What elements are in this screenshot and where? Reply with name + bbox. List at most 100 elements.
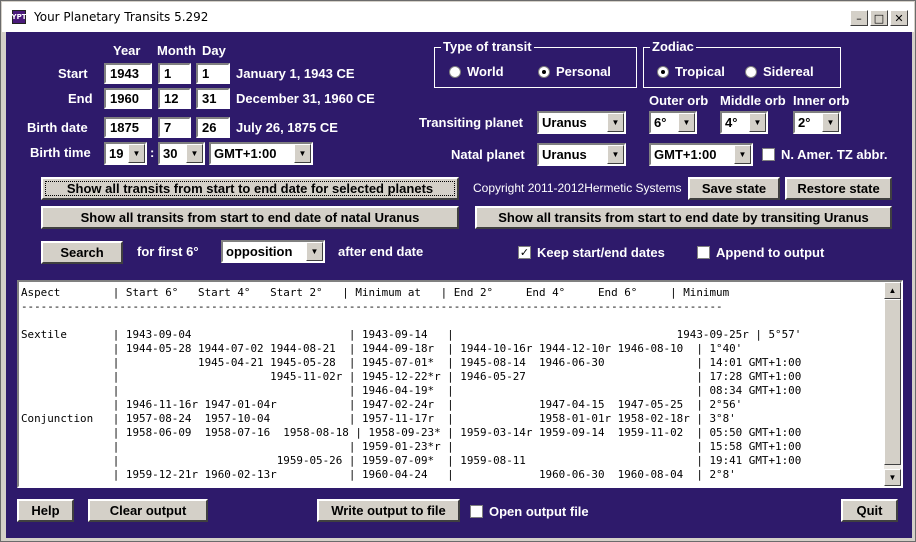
birth-timezone-select[interactable]: GMT+1:00 ▼ <box>209 142 313 165</box>
natal-planet-value: Uranus <box>542 147 587 162</box>
output-line: | 1958-06-09 1958-07-16 1958-08-18 | 195… <box>21 426 802 439</box>
radio-personal-label: Personal <box>556 64 611 79</box>
radio-icon <box>449 65 461 78</box>
start-label: Start <box>58 66 88 81</box>
radio-selected-icon <box>657 65 669 78</box>
end-label: End <box>68 91 93 106</box>
output-line: | | 1959-01-23*r | | 15:58 GMT+1:00 <box>21 440 802 453</box>
radio-world-label: World <box>467 64 504 79</box>
show-natal-transits-button[interactable]: Show all transits from start to end date… <box>41 206 459 229</box>
radio-personal[interactable]: Personal <box>538 64 611 79</box>
middle-orb-value: 4° <box>725 115 738 130</box>
window-title: Your Planetary Transits 5.292 <box>34 10 209 24</box>
end-month-field[interactable]: 12 <box>158 88 191 109</box>
clear-output-button[interactable]: Clear output <box>88 499 208 522</box>
chevron-down-icon[interactable]: ▼ <box>306 242 323 261</box>
outer-orb-value: 6° <box>654 115 667 130</box>
middle-orb-label: Middle orb <box>720 93 786 108</box>
chevron-down-icon[interactable]: ▼ <box>607 145 624 164</box>
radio-sidereal[interactable]: Sidereal <box>745 64 814 79</box>
radio-tropical[interactable]: Tropical <box>657 64 725 79</box>
checkmark-icon: ✓ <box>518 246 531 259</box>
month-header: Month <box>157 43 196 58</box>
scroll-up-icon[interactable]: ▲ <box>884 282 901 299</box>
outer-orb-label: Outer orb <box>649 93 709 108</box>
search-button[interactable]: Search <box>41 241 123 264</box>
output-line: | 1945-11-02r | 1945-12-22*r | 1946-05-2… <box>21 370 802 383</box>
outer-orb-select[interactable]: 6° ▼ <box>649 111 697 134</box>
birth-time-label: Birth time <box>30 145 91 160</box>
output-text: Aspect | Start 6° Start 4° Start 2° | Mi… <box>21 286 801 482</box>
birth-day-field[interactable]: 26 <box>196 117 230 138</box>
after-end-date-text: after end date <box>338 244 424 259</box>
open-output-checkbox[interactable]: Open output file <box>470 504 589 519</box>
show-transiting-transits-button[interactable]: Show all transits from start to end date… <box>475 206 892 229</box>
scroll-down-icon[interactable]: ▼ <box>884 469 901 486</box>
output-line: Sextile | 1943-09-04 | 1943-09-14 | 1943… <box>21 328 802 341</box>
restore-state-button[interactable]: Restore state <box>785 177 892 200</box>
output-line: Conjunction | 1957-08-24 1957-10-04 | 19… <box>21 412 736 425</box>
birth-minute-value: 30 <box>163 146 178 161</box>
transit-type-title: Type of transit <box>441 39 534 54</box>
birth-date-label: Birth date <box>27 120 88 135</box>
chevron-down-icon[interactable]: ▼ <box>749 113 766 132</box>
start-month-field[interactable]: 1 <box>158 63 191 84</box>
radio-world[interactable]: World <box>449 64 504 79</box>
chevron-down-icon[interactable]: ▼ <box>678 113 695 132</box>
output-header: Aspect | Start 6° Start 4° Start 2° | Mi… <box>21 286 730 299</box>
scroll-thumb[interactable] <box>884 299 901 465</box>
vertical-scrollbar[interactable]: ▲ ▼ <box>884 282 901 486</box>
birth-month-field[interactable]: 7 <box>158 117 191 138</box>
transiting-planet-select[interactable]: Uranus ▼ <box>537 111 626 134</box>
chevron-down-icon[interactable]: ▼ <box>128 144 145 163</box>
quit-button[interactable]: Quit <box>841 499 898 522</box>
maximize-icon[interactable]: □ <box>870 10 888 26</box>
chevron-down-icon[interactable]: ▼ <box>294 144 311 163</box>
output-line: | 1946-11-16r 1947-01-04r | 1947-02-24r … <box>21 398 743 411</box>
birth-hour-select[interactable]: 19 ▼ <box>104 142 147 165</box>
chevron-down-icon[interactable]: ▼ <box>607 113 624 132</box>
start-date-text: January 1, 1943 CE <box>236 66 355 81</box>
chevron-down-icon[interactable]: ▼ <box>186 144 203 163</box>
copyright-text: Copyright 2011-2012Hermetic Systems <box>473 181 682 195</box>
help-button[interactable]: Help <box>17 499 74 522</box>
close-icon[interactable]: ✕ <box>890 10 908 26</box>
show-selected-transits-button[interactable]: Show all transits from start to end date… <box>41 177 459 200</box>
radio-icon <box>745 65 757 78</box>
inner-orb-value: 2° <box>798 115 811 130</box>
output-line: | 1959-05-26 | 1959-07-09* | 1959-08-11 … <box>21 454 802 467</box>
output-line: | 1959-12-21r 1960-02-13r | 1960-04-24 |… <box>21 468 736 481</box>
search-orb-text: for first 6° <box>137 244 199 259</box>
output-textarea[interactable]: Aspect | Start 6° Start 4° Start 2° | Mi… <box>17 280 903 488</box>
chevron-down-icon[interactable]: ▼ <box>734 145 751 164</box>
save-state-button[interactable]: Save state <box>688 177 780 200</box>
natal-planet-select[interactable]: Uranus ▼ <box>537 143 626 166</box>
middle-orb-select[interactable]: 4° ▼ <box>720 111 768 134</box>
inner-orb-label: Inner orb <box>793 93 850 108</box>
append-output-checkbox[interactable]: Append to output <box>697 245 824 260</box>
output-divider: ----------------------------------------… <box>21 300 723 313</box>
write-output-button[interactable]: Write output to file <box>317 499 460 522</box>
output-line: | 1944-05-28 1944-07-02 1944-08-21 | 194… <box>21 342 743 355</box>
checkbox-icon <box>762 148 775 161</box>
tz-abbr-checkbox[interactable]: N. Amer. TZ abbr. <box>762 147 887 162</box>
transiting-planet-label: Transiting planet <box>419 115 524 130</box>
birth-timezone-value: GMT+1:00 <box>214 146 277 161</box>
birth-minute-select[interactable]: 30 ▼ <box>158 142 205 165</box>
title-bar[interactable]: YPT Your Planetary Transits 5.292 – □ ✕ <box>2 2 914 32</box>
zodiac-title: Zodiac <box>650 39 696 54</box>
minimize-icon[interactable]: – <box>850 10 868 26</box>
start-year-field[interactable]: 1943 <box>104 63 152 84</box>
end-day-field[interactable]: 31 <box>196 88 230 109</box>
chevron-down-icon[interactable]: ▼ <box>822 113 839 132</box>
natal-timezone-select[interactable]: GMT+1:00 ▼ <box>649 143 753 166</box>
aspect-select[interactable]: opposition ▼ <box>221 240 325 263</box>
keep-dates-checkbox[interactable]: ✓ Keep start/end dates <box>518 245 665 260</box>
birth-year-field[interactable]: 1875 <box>104 117 152 138</box>
end-year-field[interactable]: 1960 <box>104 88 152 109</box>
birth-hour-value: 19 <box>109 146 124 161</box>
start-day-field[interactable]: 1 <box>196 63 230 84</box>
time-separator: : <box>150 145 155 160</box>
end-date-text: December 31, 1960 CE <box>236 91 375 106</box>
inner-orb-select[interactable]: 2° ▼ <box>793 111 841 134</box>
